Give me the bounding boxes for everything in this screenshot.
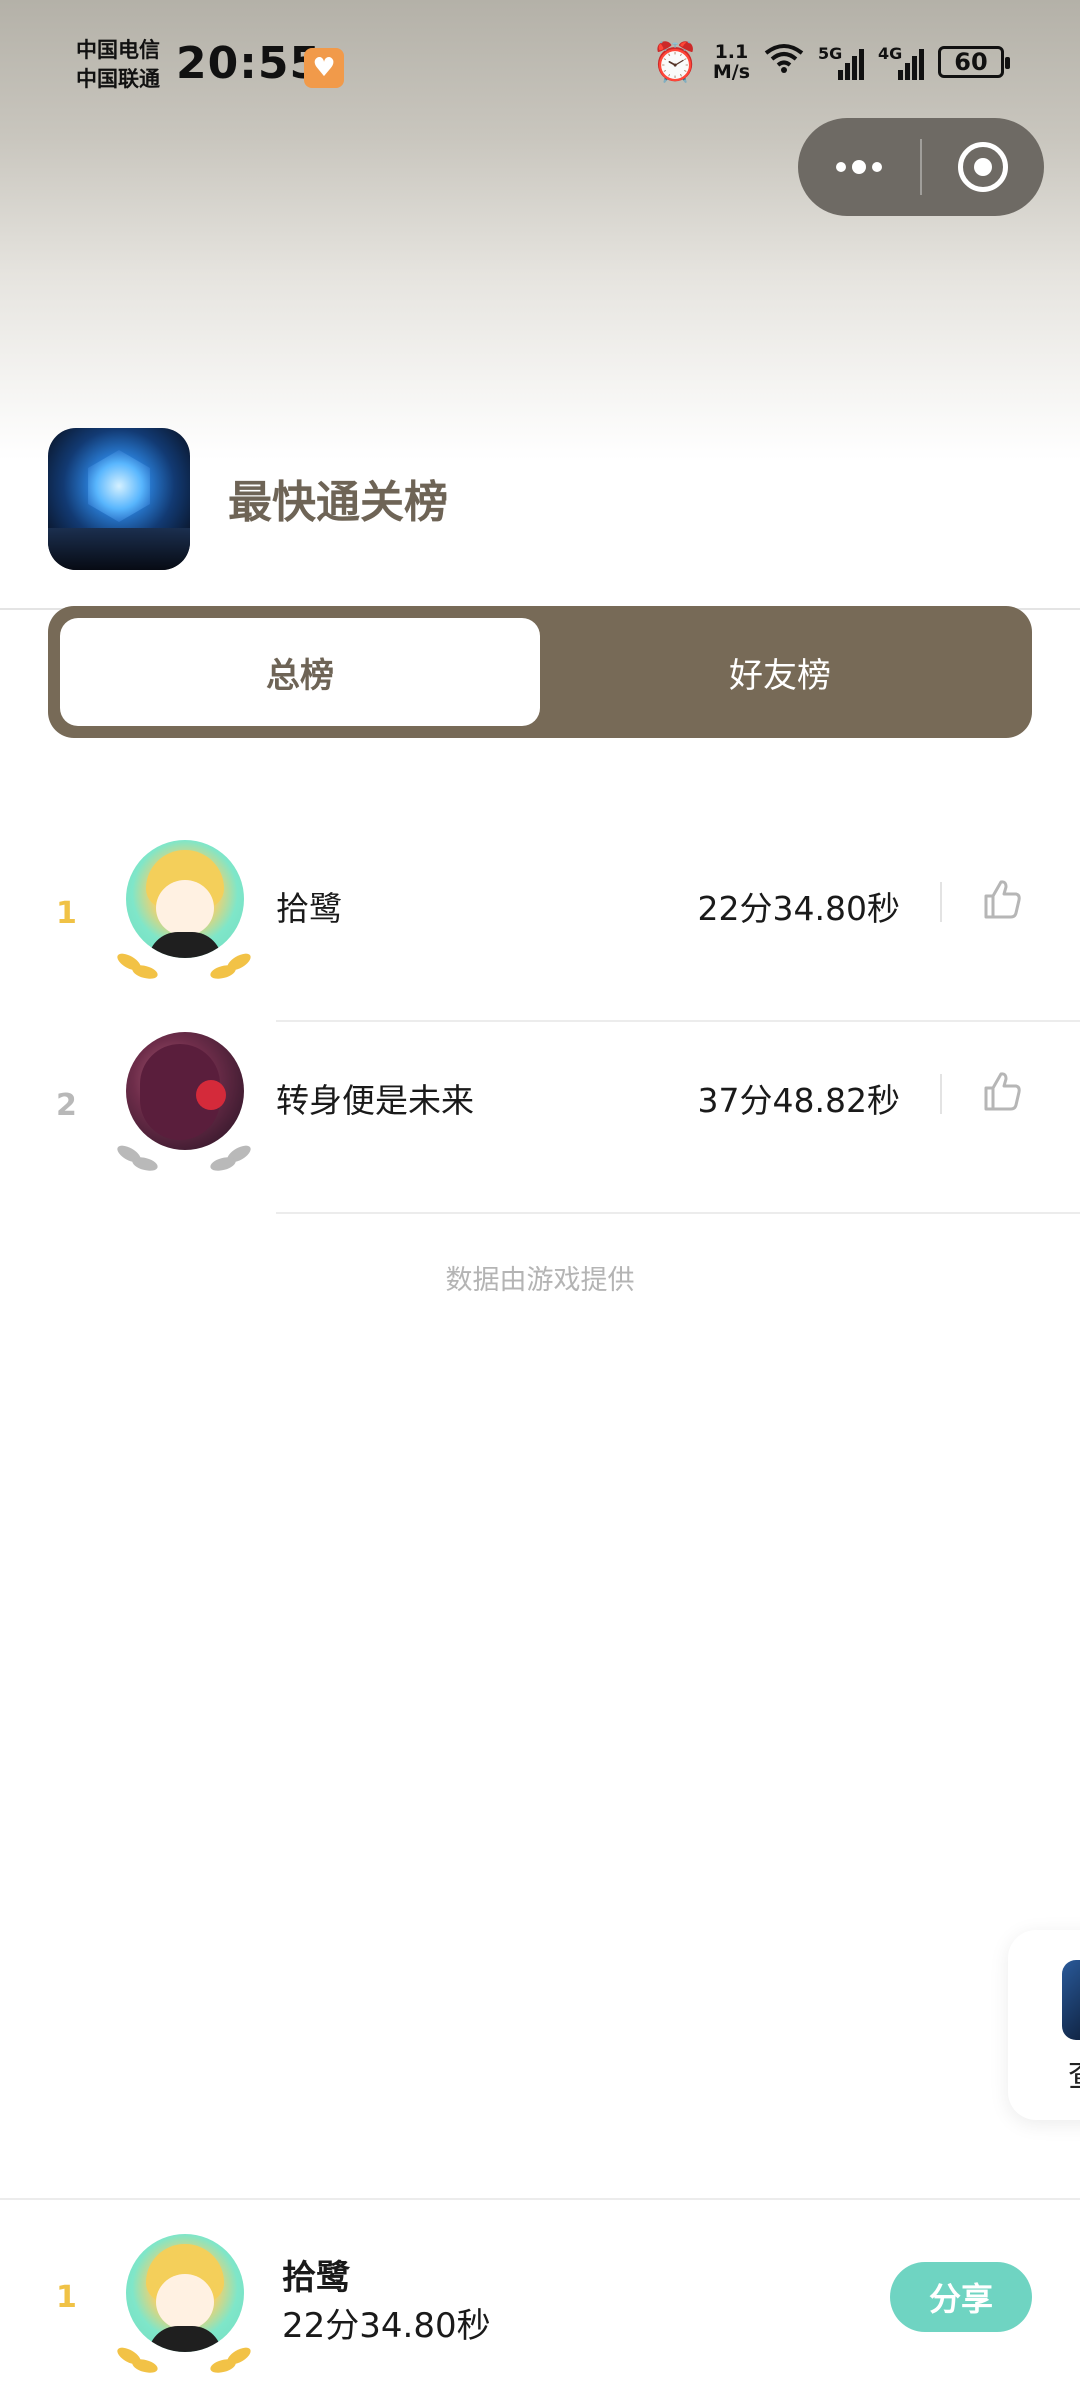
floating-game-card[interactable]: 查	[1008, 1930, 1080, 2120]
status-time: 20:55	[176, 38, 322, 89]
player-time: 22分34.80秒	[697, 889, 900, 928]
data-source-note: 数据由游戏提供	[445, 1265, 635, 1296]
share-button[interactable]: 分享	[890, 2262, 1032, 2332]
game-thumbnail-icon	[1062, 1960, 1080, 2040]
wifi-icon	[764, 43, 804, 81]
player-time: 37分48.82秒	[697, 1081, 900, 1120]
network-speed-unit: M/s	[712, 61, 750, 83]
battery-icon: 60	[938, 46, 1010, 78]
network-speed: 1.1 M/s	[713, 42, 750, 82]
laurel-icon	[114, 2344, 164, 2376]
leaderboard-tabs: 总榜 好友榜	[48, 606, 1032, 738]
avatar	[114, 2234, 254, 2376]
carrier-1: 中国电信	[76, 38, 160, 62]
list-item[interactable]: 2 转身便是未来 37分48.82秒	[0, 1022, 1080, 1214]
target-icon	[958, 142, 1008, 192]
thumbs-up-icon[interactable]	[980, 878, 1024, 922]
laurel-icon	[204, 950, 254, 982]
page-title: 最快通关榜	[228, 477, 448, 528]
avatar	[114, 1032, 254, 1174]
laurel-icon	[204, 1142, 254, 1174]
tab-friends[interactable]: 好友榜	[540, 618, 1020, 726]
row-separator	[276, 1212, 1080, 1214]
status-bar: 中国电信 中国联通 20:55 ♥ ⏰ 1.1 M/s 5G 4G 60	[0, 0, 1080, 130]
my-time: 22分34.80秒	[282, 2306, 491, 2346]
player-name: 拾鹭	[276, 889, 342, 928]
laurel-icon	[114, 950, 164, 982]
carrier-labels: 中国电信 中国联通	[76, 36, 160, 94]
signal-4g-icon: 4G	[878, 44, 924, 80]
player-name: 转身便是未来	[276, 1081, 474, 1120]
signal-5g-tag: 5G	[818, 44, 843, 63]
signal-4g-tag: 4G	[878, 44, 903, 63]
my-rank-number: 1	[56, 2280, 77, 2315]
miniprogram-capsule	[798, 118, 1044, 216]
heart-notification-icon: ♥	[304, 48, 344, 88]
status-indicators: ⏰ 1.1 M/s 5G 4G 60	[651, 40, 1010, 84]
list-item[interactable]: 1 拾鹭 22分34.80秒	[0, 830, 1080, 1022]
signal-5g-icon: 5G	[818, 44, 864, 80]
tab-overall[interactable]: 总榜	[60, 618, 540, 726]
rank-number: 1	[56, 896, 77, 931]
thumbs-up-icon[interactable]	[980, 1070, 1024, 1114]
my-rank-bar: 1 拾鹭 22分34.80秒 分享	[0, 2200, 1080, 2392]
close-miniprogram-button[interactable]	[922, 118, 1044, 216]
laurel-icon	[204, 2344, 254, 2376]
laurel-icon	[114, 1142, 164, 1174]
leaderboard-page: 中国电信 中国联通 20:55 ♥ ⏰ 1.1 M/s 5G 4G 60 最快通…	[0, 0, 1080, 2392]
network-speed-value: 1.1	[714, 41, 749, 63]
rank-number: 2	[56, 1088, 77, 1123]
floating-card-label: 查	[1068, 2050, 1080, 2096]
row-divider	[940, 882, 942, 922]
alarm-icon: ⏰	[651, 40, 699, 84]
more-options-button[interactable]	[798, 118, 920, 216]
my-name: 拾鹭	[282, 2258, 350, 2298]
game-icon	[48, 428, 190, 570]
carrier-2: 中国联通	[76, 67, 160, 91]
leaderboard-list: 1 拾鹭 22分34.80秒 2 转身便是未来 37分48.82秒	[0, 830, 1080, 1214]
avatar	[114, 840, 254, 982]
row-divider	[940, 1074, 942, 1114]
